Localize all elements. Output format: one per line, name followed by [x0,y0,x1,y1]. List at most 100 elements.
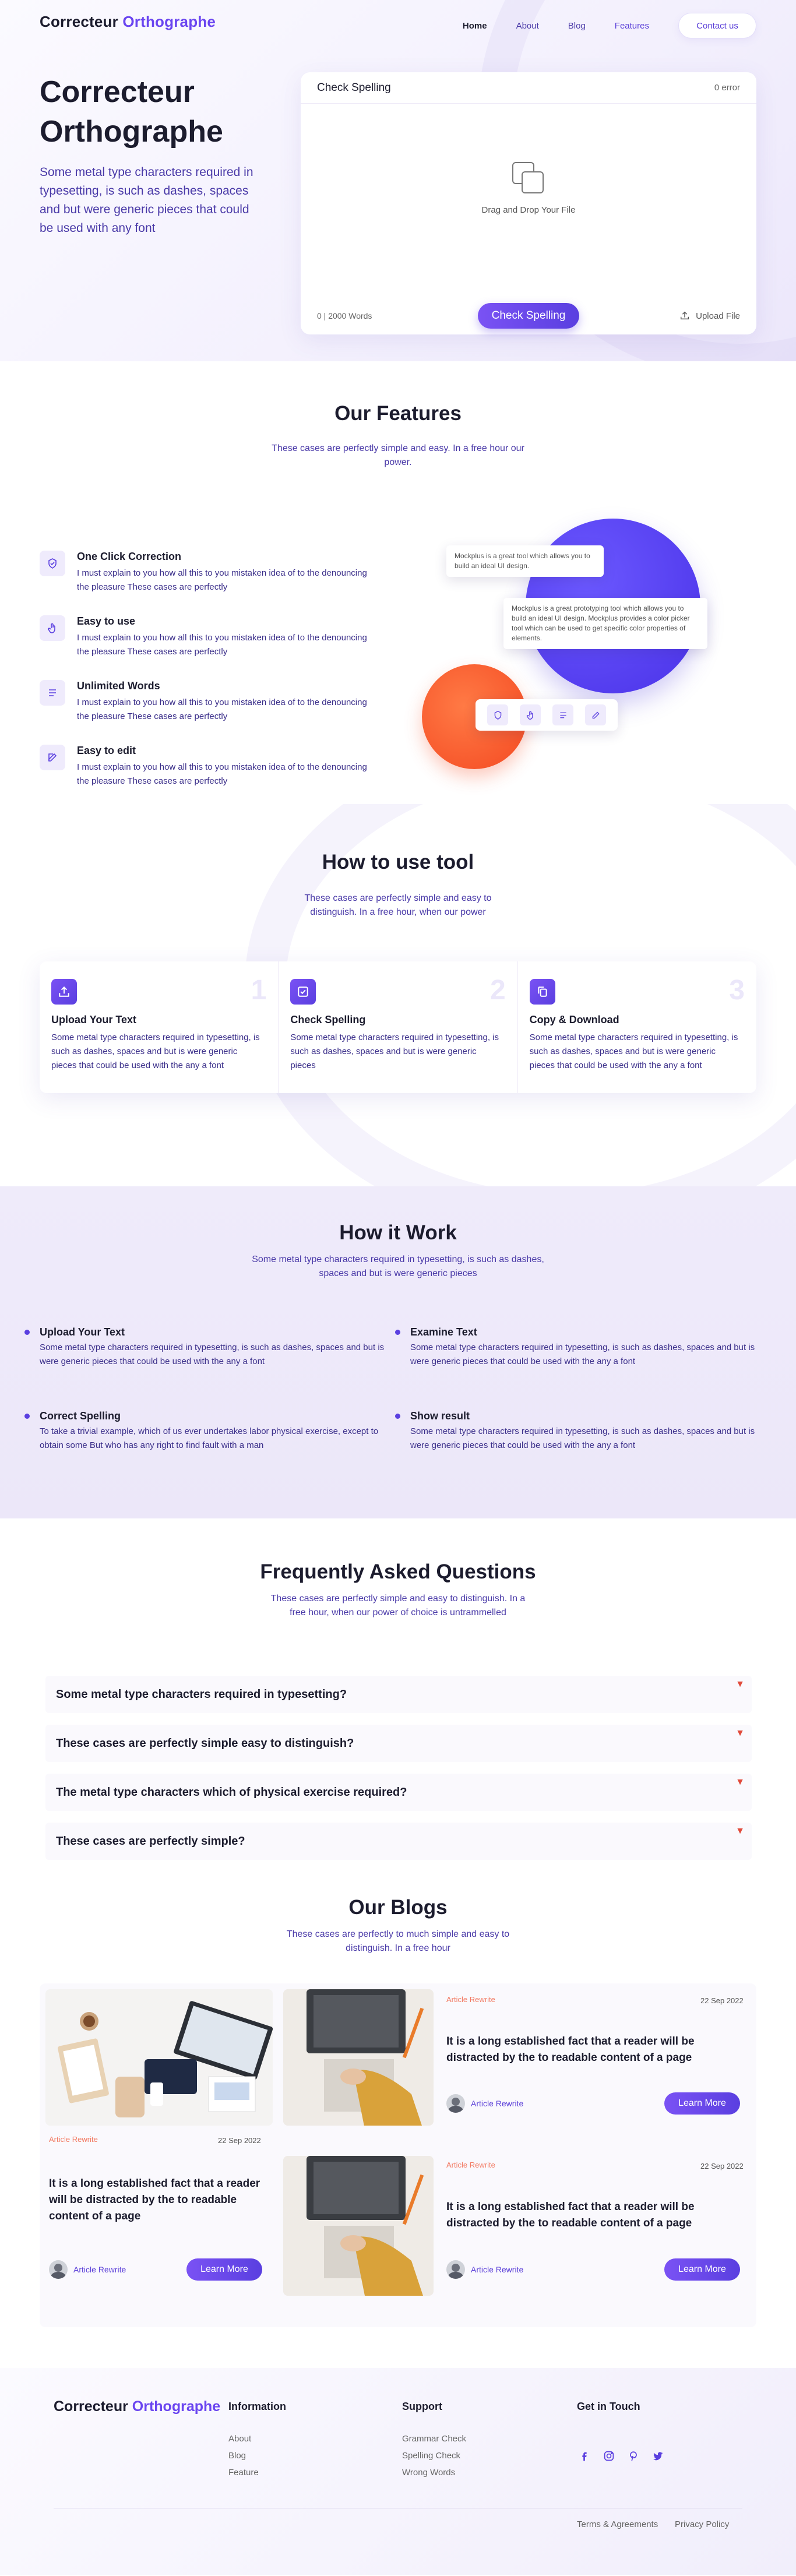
blogs-section: Our Blogs These cases are perfectly to m… [0,1873,796,2368]
footer-get-in-touch: Get in Touch [577,2401,640,2430]
blog-image-laptop[interactable] [283,2156,434,2296]
feature-desc: I must explain to you how all this to yo… [77,697,367,721]
blog-date: 22 Sep 2022 [700,2162,744,2170]
twitter-icon[interactable] [651,2450,664,2462]
step-desc: Some metal type characters required in t… [51,1032,260,1070]
step-item: 3 Copy & Download Some metal type charac… [518,961,756,1093]
hiw-item: Examine Text Some metal type characters … [395,1326,772,1369]
footer-information: Information About Blog Feature [228,2401,286,2481]
features-section: Our Features These cases are perfectly s… [0,361,796,804]
blog-image-desk[interactable] [45,1989,273,2126]
nav-blog[interactable]: Blog [568,21,586,31]
step-item: 1 Upload Your Text Some metal type chara… [40,961,279,1093]
file-drop-zone[interactable]: Drag and Drop Your File [301,104,756,273]
faq-item[interactable]: These cases are perfectly simple? ▼ [45,1823,752,1860]
hiw-name: Correct Spelling [40,1410,121,1422]
steps-card: 1 Upload Your Text Some metal type chara… [40,961,756,1093]
features-title: Our Features [334,402,462,425]
blog-title[interactable]: It is a long established fact that a rea… [446,2034,738,2066]
hiw-name: Upload Your Text [40,1326,125,1338]
upload-file-button[interactable]: Upload File [679,311,740,321]
footer-link-blog[interactable]: Blog [228,2447,286,2464]
privacy-link[interactable]: Privacy Policy [675,2519,729,2529]
how-to-use-section: How to use tool These cases are perfectl… [0,804,796,1186]
blog-author[interactable]: Article Rewrite [49,2260,126,2279]
upload-icon [51,979,77,1005]
caret-down-icon[interactable]: ▼ [735,1679,745,1690]
footer-link-spelling-check[interactable]: Spelling Check [402,2447,466,2464]
blog-tag: Article Rewrite [49,2135,98,2144]
feature-name: Easy to use [77,615,136,627]
learn-more-button[interactable]: Learn More [664,2258,740,2281]
learn-more-button[interactable]: Learn More [664,2092,740,2115]
upload-label: Upload File [696,311,740,321]
check-spelling-button[interactable]: Check Spelling [478,303,579,329]
step-name: Check Spelling [290,1014,366,1026]
faq-item[interactable]: These cases are perfectly simple easy to… [45,1725,752,1762]
blog-title[interactable]: It is a long established fact that a rea… [446,2199,738,2232]
hiw-subtitle: Some metal type characters required in t… [252,1254,544,1278]
facebook-icon[interactable] [578,2450,591,2462]
blog-image-laptop[interactable] [283,1989,434,2126]
hiw-desc: Some metal type characters required in t… [40,1342,385,1366]
hiw-item: Correct Spelling To take a trivial examp… [24,1410,401,1453]
check-icon [290,979,316,1005]
logo-accent: Orthographe [132,2398,221,2415]
footer-link-about[interactable]: About [228,2430,286,2447]
learn-more-button[interactable]: Learn More [186,2258,262,2281]
nav-home[interactable]: Home [463,21,487,31]
feature-desc: I must explain to you how all this to yo… [77,568,367,592]
feature-desc: I must explain to you how all this to yo… [77,633,367,657]
logo[interactable]: Correcteur Orthographe [40,13,216,31]
tooltip-card: Mockplus is a great prototyping tool whi… [503,598,707,649]
blog-author[interactable]: Article Rewrite [446,2094,523,2113]
nav-features[interactable]: Features [615,21,649,31]
social-links [578,2450,664,2462]
shield-icon [40,551,65,576]
caret-down-icon[interactable]: ▼ [735,1777,745,1788]
hiw-name: Show result [410,1410,470,1422]
contact-us-button[interactable]: Contact us [678,13,756,38]
shield-icon[interactable] [487,704,508,725]
edit-icon[interactable] [585,704,606,725]
blog-title[interactable]: It is a long established fact that a rea… [49,2176,265,2225]
feature-name: One Click Correction [77,551,182,562]
blogs-subtitle: These cases are perfectly to much simple… [286,1929,510,1953]
caret-down-icon[interactable]: ▼ [735,1728,745,1739]
footer-logo[interactable]: Correcteur Orthographe [54,2398,220,2415]
blog-grid: Article Rewrite 22 Sep 2022 It is a long… [40,1983,756,2327]
blog-author[interactable]: Article Rewrite [446,2260,523,2279]
faq-item[interactable]: The metal type characters which of physi… [45,1774,752,1811]
faq-item[interactable]: Some metal type characters required in t… [45,1676,752,1713]
step-desc: Some metal type characters required in t… [290,1032,499,1070]
pinterest-icon[interactable] [627,2450,640,2462]
error-count: 0 error [714,83,740,93]
hiw-desc: To take a trivial example, which of us e… [40,1426,379,1450]
top-nav: Correcteur Orthographe Home About Blog F… [0,0,796,49]
hand-pointer-icon[interactable] [520,704,541,725]
list-icon[interactable] [552,704,573,725]
nav-about[interactable]: About [516,21,539,31]
faq-list: Some metal type characters required in t… [45,1676,752,1872]
caret-down-icon[interactable]: ▼ [735,1826,745,1837]
terms-link[interactable]: Terms & Agreements [577,2519,658,2529]
hero-section: Correcteur Orthographe Home About Blog F… [0,0,796,361]
checker-header: Check Spelling 0 error [301,72,756,104]
step-number: 3 [729,975,745,1006]
footer-link-feature[interactable]: Feature [228,2464,286,2481]
howto-title: How to use tool [322,851,474,873]
footer-link-grammar-check[interactable]: Grammar Check [402,2430,466,2447]
hero-description: Some metal type characters required in t… [40,165,253,235]
avatar [446,2094,465,2113]
author-name: Article Rewrite [471,2099,524,2108]
howto-subtitle: These cases are perfectly simple and eas… [304,893,492,917]
upload-icon [681,311,689,320]
hiw-desc: Some metal type characters required in t… [410,1426,755,1450]
footer-heading: Information [228,2401,286,2412]
blogs-title: Our Blogs [348,1896,448,1919]
hiw-title: How it Work [339,1221,457,1244]
footer-link-wrong-words[interactable]: Wrong Words [402,2464,466,2481]
instagram-icon[interactable] [603,2450,615,2462]
hiw-item: Show result Some metal type characters r… [395,1410,772,1453]
logo-primary: Correcteur [40,13,118,30]
